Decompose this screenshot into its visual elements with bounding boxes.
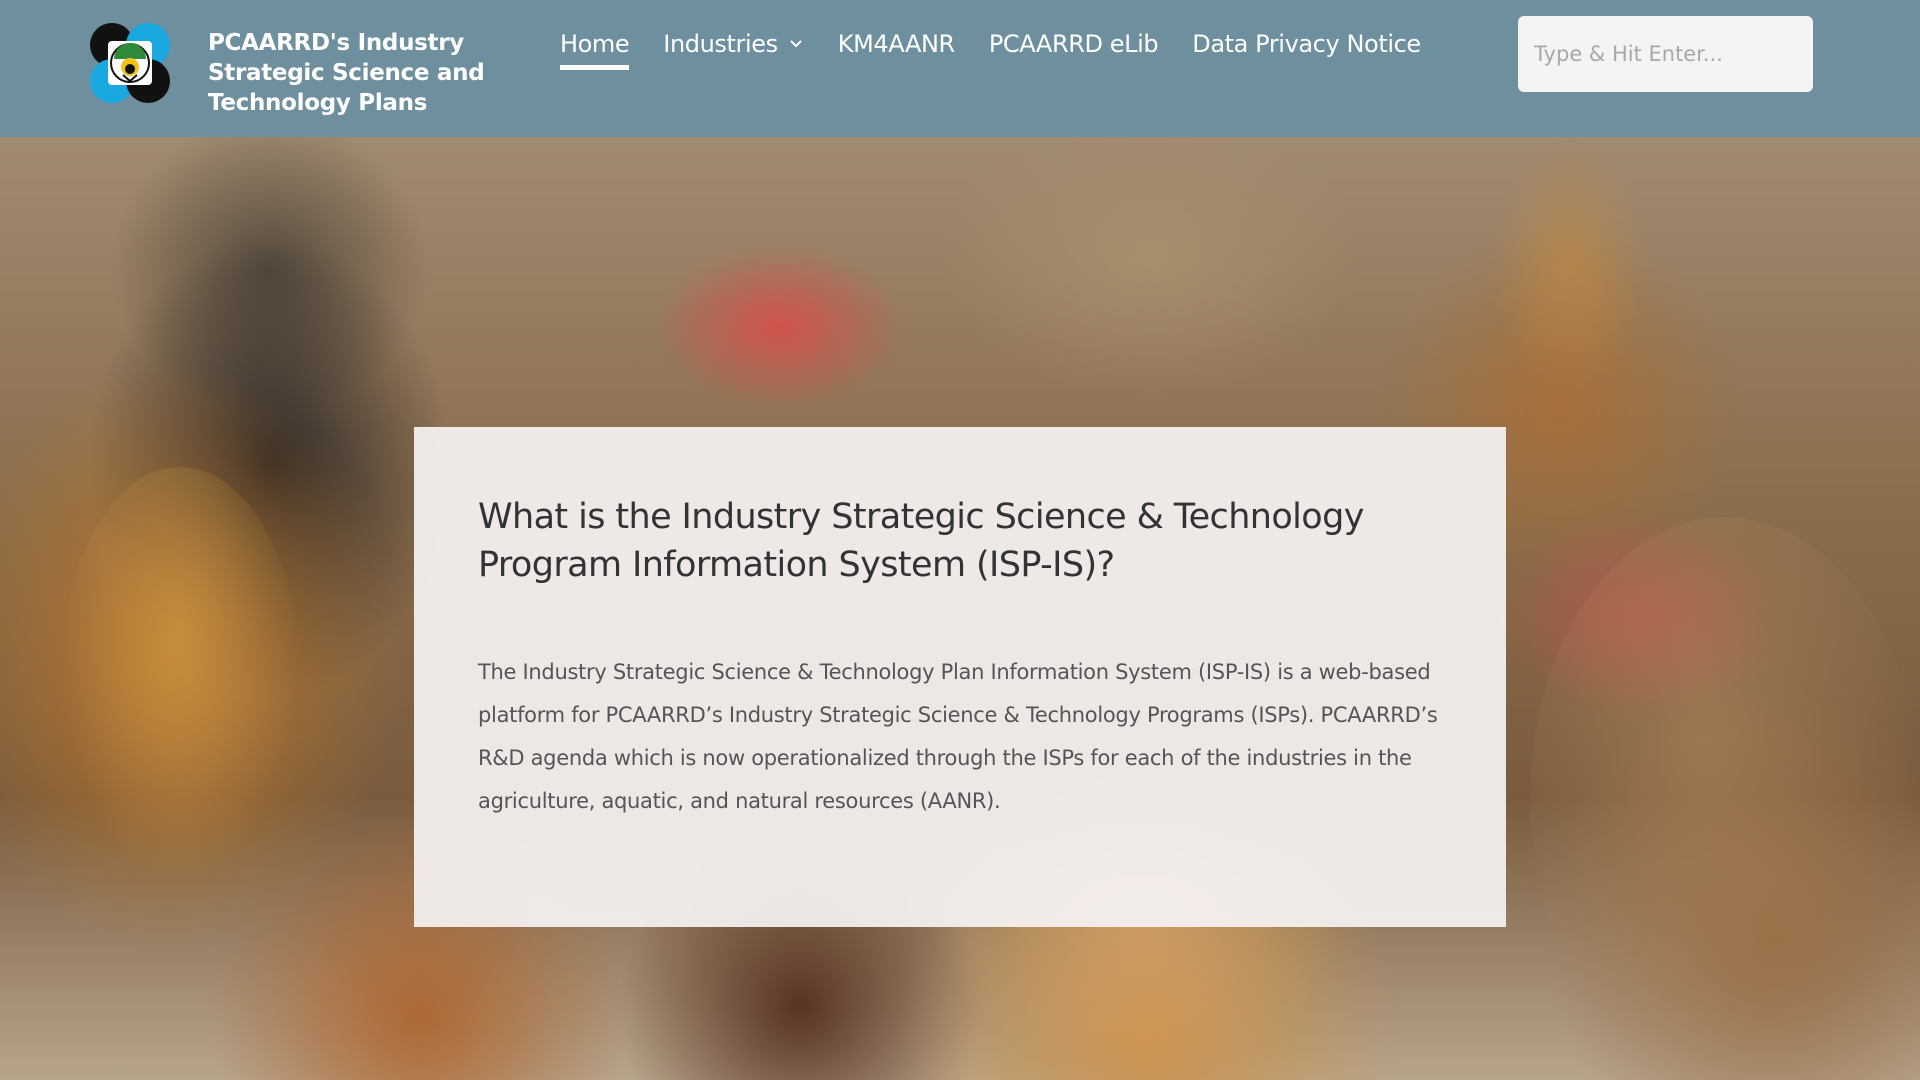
nav-industries[interactable]: Industries bbox=[663, 30, 803, 58]
site-title-line-1: PCAARRD's Industry bbox=[208, 30, 464, 56]
info-card-title: What is the Industry Strategic Science &… bbox=[478, 497, 1364, 585]
nav-data-privacy-notice-label: Data Privacy Notice bbox=[1192, 30, 1421, 58]
nav-home-label: Home bbox=[560, 30, 630, 58]
search-input[interactable] bbox=[1518, 16, 1813, 92]
nav-home[interactable]: Home bbox=[560, 30, 630, 70]
hero-decor-shape bbox=[110, 117, 430, 417]
page: PCAARRD's Industry Strategic Science and… bbox=[0, 0, 1920, 1080]
nav-pcaarrd-elib[interactable]: PCAARRD eLib bbox=[988, 30, 1159, 58]
nav-data-privacy-notice[interactable]: Data Privacy Notice bbox=[1192, 30, 1421, 58]
site-title-line-2: Strategic Science and bbox=[208, 60, 485, 86]
info-card: What is the Industry Strategic Science &… bbox=[414, 427, 1506, 927]
hero-chickens-image: What is the Industry Strategic Science &… bbox=[0, 117, 1920, 1080]
hero-decor-shape bbox=[1490, 137, 1650, 397]
nav-industries-label: Industries bbox=[663, 30, 778, 58]
site-title-line-3: Technology Plans bbox=[208, 90, 428, 116]
nav-km4aanr[interactable]: KM4AANR bbox=[838, 30, 955, 58]
hero-decor-shape bbox=[60, 467, 300, 887]
nav-pcaarrd-elib-label: PCAARRD eLib bbox=[988, 30, 1159, 58]
info-card-body: The Industry Strategic Science & Technol… bbox=[478, 660, 1438, 813]
chevron-down-icon[interactable] bbox=[788, 36, 804, 52]
pcaarrd-logo-icon[interactable] bbox=[82, 15, 178, 111]
main-nav: Home Industries KM4AANR PCAARRD eLib Dat… bbox=[560, 24, 1455, 70]
site-header: PCAARRD's Industry Strategic Science and… bbox=[0, 0, 1920, 137]
nav-km4aanr-label: KM4AANR bbox=[837, 30, 955, 58]
hero-decor-shape bbox=[1530, 517, 1920, 1077]
site-title[interactable]: PCAARRD's Industry Strategic Science and… bbox=[208, 28, 498, 118]
